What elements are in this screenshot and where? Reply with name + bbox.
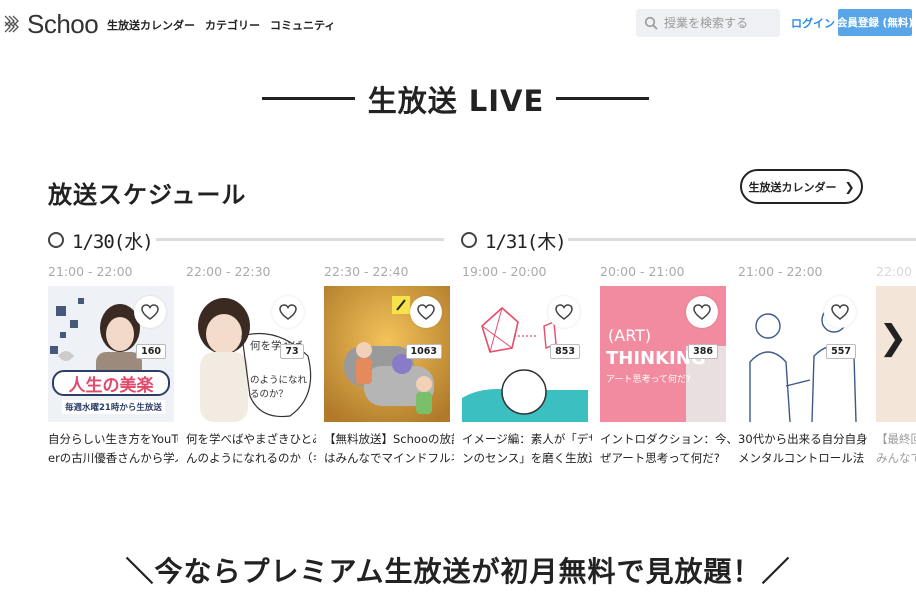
thumbnail-subtitle: 毎週水曜21時から生放送 (62, 400, 165, 414)
favorite-button[interactable] (686, 296, 718, 328)
thumbnail-subtitle: アート思考って何だ? (606, 375, 691, 385)
heart-icon (555, 303, 573, 320)
lesson-thumbnail[interactable]: 853 (462, 286, 588, 422)
lesson-title[interactable]: 【最終回 みんなで (876, 430, 916, 468)
date-label: 1/31(木) (485, 230, 567, 253)
favorite-button[interactable] (824, 296, 856, 328)
chevron-right-icon: ❯ (844, 179, 855, 194)
main-nav: 生放送カレンダー カテゴリー コミュニティ (107, 17, 335, 33)
search-box[interactable] (636, 9, 780, 37)
favorite-count: 73 (280, 344, 304, 359)
lesson-card[interactable]: 21:00 - 22:00 557 30代から出来る自分自身の メンタルコントロ… (738, 264, 868, 465)
heart-icon (417, 303, 435, 320)
site-header: Schoo 生放送カレンダー カテゴリー コミュニティ ログイン 会員登録 (無… (0, 0, 916, 48)
lesson-card[interactable]: 22:00 - 23:00 【最終回 みんなで (876, 264, 916, 484)
thumbnail-banner: 人生の美楽 (52, 370, 170, 396)
nav-category[interactable]: カテゴリー (205, 17, 260, 33)
favorite-count: 853 (550, 344, 580, 359)
lesson-time: 21:00 - 22:00 (48, 264, 133, 279)
lesson-thumbnail[interactable]: (ART) THINKING アート思考って何だ? 386 (600, 286, 726, 422)
lesson-title[interactable]: イメージ編：素人が「デザイ ンのセンス」を磨く生放送… (462, 430, 592, 468)
live-heading: 生放送 LIVE (0, 78, 916, 118)
thumbnail-tag: (ART) (608, 326, 652, 345)
nav-live-calendar[interactable]: 生放送カレンダー (107, 17, 195, 33)
live-title: 生放送 LIVE (367, 84, 545, 118)
chevron-right-icon: ❯ (878, 318, 908, 358)
date-divider (568, 238, 916, 241)
lesson-time: 22:00 - 22:30 (186, 264, 271, 279)
date-circle-icon (48, 232, 64, 248)
lesson-time: 20:00 - 21:00 (600, 264, 685, 279)
lesson-time: 22:00 - 23:00 (876, 264, 916, 279)
favorite-button[interactable] (548, 296, 580, 328)
favorite-count: 160 (136, 344, 166, 359)
lesson-time: 22:30 - 22:40 (324, 264, 409, 279)
lesson-time: 19:00 - 20:00 (462, 264, 547, 279)
date-header: 1/31(木) (461, 229, 567, 253)
heart-icon (279, 303, 297, 320)
favorite-button[interactable] (410, 296, 442, 328)
lesson-card[interactable]: 22:30 - 22:40 1063 【無料放送】Schooの放課後 はみんなで… (324, 264, 454, 465)
lesson-time: 21:00 - 22:00 (738, 264, 823, 279)
lesson-card[interactable]: 19:00 - 20:00 853 イメージ編：素人が「デザイ ンのセンス」を磨… (462, 264, 592, 465)
live-calendar-button[interactable]: 生放送カレンダー ❯ (740, 169, 863, 204)
live-calendar-button-label: 生放送カレンダー (748, 180, 837, 194)
date-label: 1/30(水) (72, 230, 154, 253)
favorite-button[interactable] (134, 296, 166, 328)
thumbnail-title: 人生の美楽 (68, 375, 154, 396)
favorite-count: 1063 (405, 344, 442, 359)
search-input[interactable] (664, 16, 774, 30)
lesson-thumbnail[interactable]: 何を学べば のようになれるのか？ 73 (186, 286, 312, 422)
thumbnail-subtitle: のようになれるのか？ (250, 375, 308, 400)
favorite-button[interactable] (272, 296, 304, 328)
login-link[interactable]: ログイン (791, 15, 835, 31)
search-icon (644, 16, 658, 30)
heading-divider-right (556, 97, 649, 100)
lesson-title[interactable]: 自分らしい生き方をYouTub erの古川優香さんから学ぶ… (48, 430, 178, 468)
logo-text: Schoo (27, 8, 99, 39)
heart-icon (693, 303, 711, 320)
lesson-card[interactable]: 21:00 - 22:00 人生の美楽 毎週水曜21時から生放送 160 自分ら… (48, 264, 178, 465)
heart-icon (831, 303, 849, 320)
logo-mark-icon (4, 15, 19, 33)
lesson-title[interactable]: イントロダクション：今、な ぜアート思考って何だ? (600, 430, 730, 468)
lesson-thumbnail[interactable]: 557 (738, 286, 864, 422)
date-circle-icon (461, 232, 477, 248)
lesson-title[interactable]: 何を学べばやまざきひとみさ んのようになれるのか（キ… (186, 430, 316, 468)
favorite-count: 557 (826, 344, 856, 359)
schoo-logo[interactable]: Schoo (3, 8, 99, 39)
heading-divider-left (262, 97, 355, 100)
lesson-thumbnail[interactable]: 人生の美楽 毎週水曜21時から生放送 160 (48, 286, 174, 422)
carousel-next-button[interactable]: ❯ (878, 318, 908, 358)
date-divider (156, 238, 444, 241)
lesson-title[interactable]: 【無料放送】Schooの放課後 はみんなでマインドフルネス (324, 430, 454, 468)
date-header: 1/30(水) (48, 229, 154, 253)
premium-promo-heading: ＼今ならプレミアム生放送が初月無料で見放題！／ (125, 555, 791, 588)
lesson-card[interactable]: 20:00 - 21:00 (ART) THINKING アート思考って何だ? … (600, 264, 730, 465)
schedule-title: 放送スケジュール (48, 181, 247, 209)
lesson-thumbnail[interactable]: 1063 (324, 286, 450, 422)
lesson-title[interactable]: 30代から出来る自分自身の メンタルコントロール法 #3 (738, 430, 868, 468)
nav-community[interactable]: コミュニティ (270, 17, 335, 33)
heart-icon (141, 303, 159, 320)
lesson-card[interactable]: 22:00 - 22:30 何を学べば のようになれるのか？ 73 何を学べばや… (186, 264, 316, 465)
register-button[interactable]: 会員登録 (無料) (837, 9, 913, 36)
favorite-count: 386 (688, 344, 718, 359)
